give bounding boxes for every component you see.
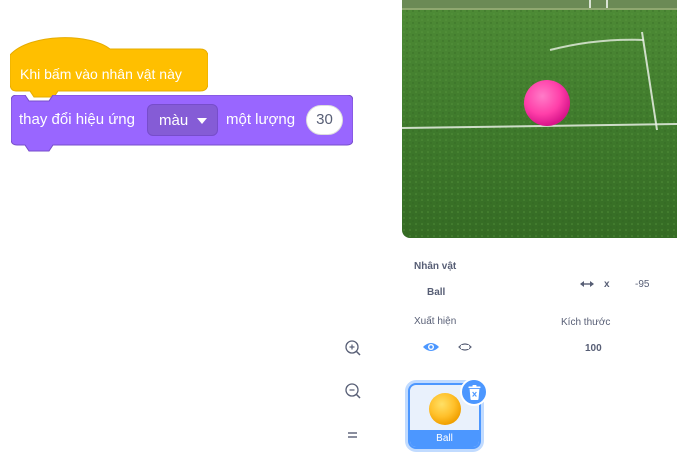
- hide-sprite-button[interactable]: [457, 340, 473, 354]
- eye-slash-icon: [458, 343, 472, 351]
- sprite-label: Nhân vật: [414, 261, 457, 272]
- eye-icon: [423, 343, 439, 351]
- zoom-out-button[interactable]: [343, 381, 363, 401]
- sprite-tile-name: Ball: [410, 430, 479, 447]
- x-label: x: [604, 279, 610, 290]
- block-middle-text: một lượng: [226, 111, 296, 128]
- zoom-in-button[interactable]: [343, 338, 363, 358]
- effect-dropdown-value: màu: [159, 112, 189, 129]
- ball-sprite[interactable]: [524, 80, 570, 126]
- ball-thumbnail-icon: [429, 393, 461, 425]
- reset-zoom-button[interactable]: [343, 425, 363, 445]
- zoom-out-icon: [345, 383, 361, 399]
- hat-block-label: Khi bấm vào nhân vật này: [20, 66, 182, 82]
- chevron-down-icon: [197, 118, 207, 124]
- x-arrows-icon: [580, 281, 594, 287]
- when-sprite-clicked-block[interactable]: Khi bấm vào nhân vật này: [10, 33, 208, 98]
- sprite-name-field[interactable]: Ball: [427, 287, 445, 298]
- stage[interactable]: [402, 0, 677, 238]
- trash-icon: [468, 385, 481, 400]
- show-sprite-button[interactable]: [422, 339, 440, 355]
- effect-dropdown[interactable]: màu: [147, 104, 218, 136]
- stage-background: [402, 0, 677, 238]
- code-area[interactable]: Khi bấm vào nhân vật này thay đổi hiệu ứ…: [0, 0, 400, 457]
- x-value-field[interactable]: -95: [635, 279, 649, 290]
- equals-icon: [348, 432, 357, 438]
- amount-input[interactable]: 30: [306, 105, 343, 135]
- size-value-field[interactable]: 100: [585, 343, 602, 354]
- size-label: Kích thước: [561, 317, 611, 328]
- change-effect-block[interactable]: thay đổi hiệu ứng màu một lượng 30: [11, 95, 353, 152]
- block-prefix-text: thay đổi hiệu ứng: [19, 111, 135, 128]
- zoom-in-icon: [345, 340, 361, 356]
- delete-sprite-button[interactable]: [460, 378, 488, 406]
- show-label: Xuất hiện: [414, 316, 457, 327]
